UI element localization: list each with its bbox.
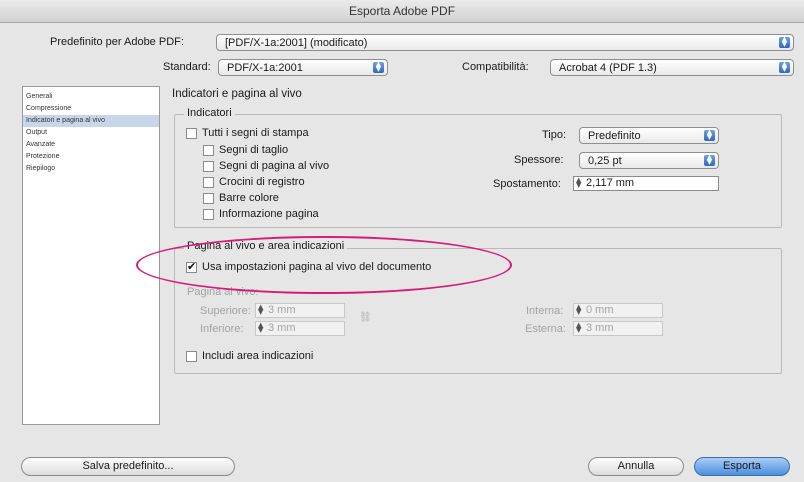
up-down-arrows-icon: ▲ ▼ [373,61,384,73]
bottom-label: Inferiore: [200,323,244,335]
sidebar-item-generali[interactable]: Generali [23,91,159,103]
type-label: Tipo: [542,129,567,141]
bleed-marks-label: Segni di pagina al vivo [219,160,330,172]
save-preset-button[interactable]: Salva predefinito... [21,457,235,476]
sidebar-item-avanzate[interactable]: Avanzate [23,139,159,151]
compatibility-value: Acrobat 4 (PDF 1.3) [559,62,657,74]
sidebar-item-riepilogo[interactable]: Riepilogo [23,163,159,175]
standard-label: Standard: [163,61,211,73]
sidebar-item-protezione[interactable]: Protezione [23,151,159,163]
preset-label: Predefinito per Adobe PDF: [50,36,184,48]
outside-field[interactable]: ▲ ▼ 3 mm [573,321,663,336]
all-marks-checkbox[interactable] [186,128,197,139]
outside-value: 3 mm [586,322,614,334]
use-doc-bleed-checkbox[interactable] [186,260,197,273]
type-select[interactable]: Predefinito ▲ ▼ [579,127,719,144]
window-titlebar: Esporta Adobe PDF [0,0,804,23]
up-down-arrows-icon: ▲ ▼ [779,61,790,73]
offset-value: 2,117 mm [586,177,635,189]
cancel-button[interactable]: Annulla [588,457,684,476]
page-info-checkbox[interactable] [203,209,214,220]
crop-marks-label: Segni di taglio [219,144,289,156]
color-bars-checkbox[interactable] [203,193,214,204]
up-down-arrows-icon: ▲ ▼ [704,129,715,141]
bleed-group-title: Pagina al vivo e area indicazioni [184,240,348,252]
sidebar-item-compressione[interactable]: Compressione [23,103,159,115]
bottom-field[interactable]: ▲ ▼ 3 mm [255,321,345,336]
crop-marks-checkbox[interactable] [203,145,214,156]
compatibility-label: Compatibilità: [462,61,529,73]
sidebar-item-indicatori[interactable]: Indicatori e pagina al vivo [23,115,159,127]
top-value: 3 mm [268,304,296,316]
offset-field[interactable]: ▲ ▼ 2,117 mm [573,176,719,191]
inside-value: 0 mm [586,304,614,316]
bleed-marks-checkbox[interactable] [203,161,214,172]
registration-marks-checkbox[interactable] [203,177,214,188]
window-title: Esporta Adobe PDF [348,4,456,18]
bleed-sub-label: Pagina al vivo: [187,286,259,298]
standard-value: PDF/X-1a:2001 [227,62,303,74]
all-marks-label: Tutti i segni di stampa [202,127,309,139]
top-label: Superiore: [200,305,251,317]
preset-select[interactable]: [PDF/X-1a:2001] (modificato) ▲ ▼ [216,34,794,51]
category-list[interactable]: Generali Compressione Indicatori e pagin… [22,86,160,425]
page-info-label: Informazione pagina [219,208,319,220]
color-bars-label: Barre colore [219,192,279,204]
weight-label: Spessore: [514,154,564,166]
stepper-icon[interactable]: ▲ ▼ [258,322,263,334]
standard-select[interactable]: PDF/X-1a:2001 ▲ ▼ [218,59,388,76]
outside-label: Esterna: [525,323,566,335]
slug-label: Includi area indicazioni [202,350,314,362]
type-value: Predefinito [588,130,641,142]
export-button[interactable]: Esporta [694,457,790,476]
top-field[interactable]: ▲ ▼ 3 mm [255,303,345,318]
weight-value: 0,25 pt [588,155,622,167]
sidebar-item-output[interactable]: Output [23,127,159,139]
up-down-arrows-icon: ▲ ▼ [704,154,715,166]
preset-value: [PDF/X-1a:2001] (modificato) [225,37,368,49]
bottom-value: 3 mm [268,322,296,334]
stepper-icon[interactable]: ▲ ▼ [576,177,581,189]
chain-link-icon[interactable]: ⛓ [359,312,372,323]
weight-select[interactable]: 0,25 pt ▲ ▼ [579,152,719,169]
section-title: Indicatori e pagina al vivo [172,88,302,100]
stepper-icon[interactable]: ▲ ▼ [576,304,581,316]
up-down-arrows-icon: ▲ ▼ [779,36,790,48]
compatibility-select[interactable]: Acrobat 4 (PDF 1.3) ▲ ▼ [550,59,794,76]
slug-checkbox[interactable] [186,351,197,362]
offset-label: Spostamento: [493,178,561,190]
stepper-icon[interactable]: ▲ ▼ [258,304,263,316]
inside-field[interactable]: ▲ ▼ 0 mm [573,303,663,318]
inside-label: Interna: [526,305,564,317]
registration-marks-label: Crocini di registro [219,176,305,188]
use-doc-bleed-label: Usa impostazioni pagina al vivo del docu… [202,261,432,273]
marks-group-title: Indicatori [184,107,235,119]
stepper-icon[interactable]: ▲ ▼ [576,322,581,334]
